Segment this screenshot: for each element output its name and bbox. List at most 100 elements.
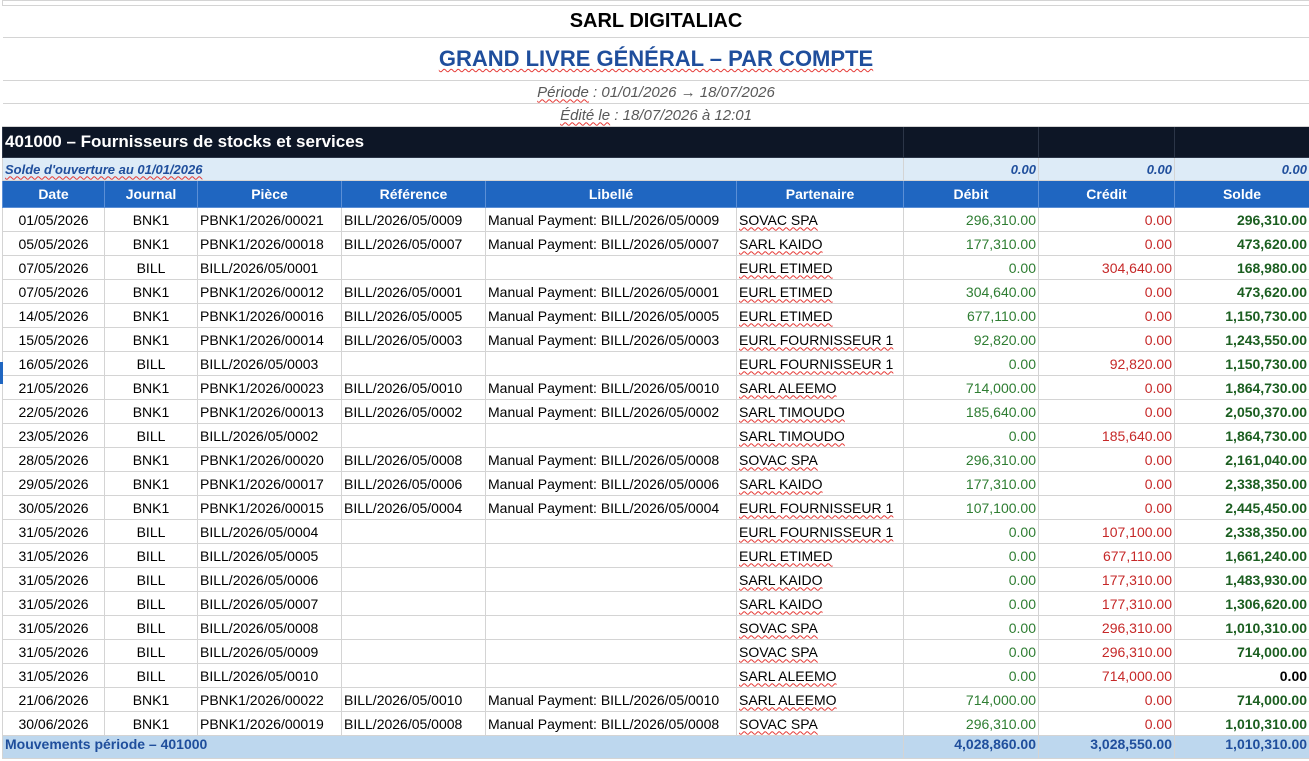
cell-reference[interactable]: BILL/2026/05/0007 [341,231,486,256]
cell-credit[interactable]: 0.00 [1038,303,1175,328]
col-header-libelle[interactable]: Libellé [485,180,737,208]
cell-partner[interactable]: SARL KAIDO [736,231,904,256]
cell-libelle[interactable] [485,519,737,544]
cell-partner[interactable]: SARL ALEEMO [736,375,904,400]
cell-solde[interactable]: 2,161,040.00 [1173,447,1309,472]
opening-balance-label[interactable]: Solde d'ouverture au 01/01/2026 [2,157,904,181]
cell-reference[interactable]: BILL/2026/05/0008 [341,711,486,736]
cell-journal[interactable]: BNK1 [104,327,198,352]
cell-solde[interactable]: 1,010,310.00 [1173,615,1309,640]
cell-libelle[interactable] [485,567,737,592]
cell-debit[interactable]: 0.00 [903,255,1039,280]
cell-reference[interactable]: BILL/2026/05/0003 [341,327,486,352]
cell-reference[interactable]: BILL/2026/05/0001 [341,279,486,304]
cell-credit[interactable]: 92,820.00 [1038,351,1175,376]
cell-reference[interactable]: BILL/2026/05/0002 [341,399,486,424]
cell-reference[interactable] [341,639,486,664]
cell-credit[interactable]: 0.00 [1038,231,1175,256]
cell-partner[interactable]: SARL ALEEMO [736,663,904,688]
cell-partner[interactable]: SOVAC SPA [736,615,904,640]
cell-date[interactable]: 31/05/2026 [2,663,105,688]
cell-date[interactable]: 31/05/2026 [2,567,105,592]
cell-date[interactable]: 30/05/2026 [2,495,105,520]
cell-solde[interactable]: 1,010,310.00 [1173,711,1309,736]
cell-solde[interactable]: 0.00 [1173,663,1309,688]
cell-libelle[interactable] [485,639,737,664]
cell-debit[interactable]: 714,000.00 [903,687,1039,712]
total-debit[interactable]: 4,028,860.00 [903,735,1039,759]
cell-journal[interactable]: BILL [104,543,198,568]
cell-debit[interactable]: 677,110.00 [903,303,1039,328]
cell-piece[interactable]: PBNK1/2026/00023 [197,375,342,400]
cell-partner[interactable]: SOVAC SPA [736,639,904,664]
cell-libelle[interactable]: Manual Payment: BILL/2026/05/0004 [485,495,737,520]
cell-credit[interactable]: 0.00 [1038,495,1175,520]
cell-solde[interactable]: 2,338,350.00 [1173,519,1309,544]
cell-piece[interactable]: BILL/2026/05/0007 [197,591,342,616]
cell-partner[interactable]: EURL ETIMED [736,543,904,568]
cell-date[interactable]: 31/05/2026 [2,615,105,640]
cell-reference[interactable] [341,543,486,568]
cell-libelle[interactable] [485,591,737,616]
cell-date[interactable]: 31/05/2026 [2,591,105,616]
account-bar-cell[interactable] [903,126,1039,158]
total-solde[interactable]: 1,010,310.00 [1173,735,1309,759]
cell-credit[interactable]: 0.00 [1038,471,1175,496]
cell-partner[interactable]: SARL KAIDO [736,591,904,616]
cell-debit[interactable]: 107,100.00 [903,495,1039,520]
cell-journal[interactable]: BNK1 [104,207,198,232]
cell-libelle[interactable]: Manual Payment: BILL/2026/05/0003 [485,327,737,352]
cell-reference[interactable] [341,255,486,280]
cell-piece[interactable]: PBNK1/2026/00012 [197,279,342,304]
cell-credit[interactable]: 0.00 [1038,207,1175,232]
cell-credit[interactable]: 0.00 [1038,279,1175,304]
cell-libelle[interactable]: Manual Payment: BILL/2026/05/0009 [485,207,737,232]
opening-credit[interactable]: 0.00 [1038,157,1175,181]
cell-solde[interactable]: 2,338,350.00 [1173,471,1309,496]
cell-solde[interactable]: 2,050,370.00 [1173,399,1309,424]
cell-reference[interactable]: BILL/2026/05/0010 [341,687,486,712]
opening-debit[interactable]: 0.00 [903,157,1039,181]
cell-piece[interactable]: BILL/2026/05/0009 [197,639,342,664]
cell-date[interactable]: 23/05/2026 [2,423,105,448]
cell-debit[interactable]: 0.00 [903,663,1039,688]
cell-journal[interactable]: BNK1 [104,399,198,424]
cell-journal[interactable]: BILL [104,639,198,664]
cell-piece[interactable]: PBNK1/2026/00021 [197,207,342,232]
cell-date[interactable]: 21/06/2026 [2,687,105,712]
cell-solde[interactable]: 1,306,620.00 [1173,591,1309,616]
cell-piece[interactable]: PBNK1/2026/00017 [197,471,342,496]
cell-credit[interactable]: 677,110.00 [1038,543,1175,568]
cell-partner[interactable]: EURL FOURNISSEUR 1 [736,351,904,376]
cell-date[interactable]: 31/05/2026 [2,519,105,544]
cell-piece[interactable]: BILL/2026/05/0004 [197,519,342,544]
cell-debit[interactable]: 0.00 [903,639,1039,664]
cell-date[interactable]: 15/05/2026 [2,327,105,352]
cell-libelle[interactable] [485,255,737,280]
edited-cell[interactable]: Édité le : 18/07/2026 à 12:01 [2,103,1309,127]
cell-reference[interactable] [341,351,486,376]
cell-partner[interactable]: EURL FOURNISSEUR 1 [736,327,904,352]
col-header-partner[interactable]: Partenaire [736,180,904,208]
cell-solde[interactable]: 473,620.00 [1173,279,1309,304]
cell-credit[interactable]: 0.00 [1038,375,1175,400]
cell-libelle[interactable] [485,615,737,640]
col-header-date[interactable]: Date [2,180,105,208]
cell-journal[interactable]: BILL [104,663,198,688]
cell-reference[interactable] [341,423,486,448]
cell-libelle[interactable]: Manual Payment: BILL/2026/05/0002 [485,399,737,424]
cell-piece[interactable]: PBNK1/2026/00016 [197,303,342,328]
cell-debit[interactable]: 0.00 [903,615,1039,640]
cell-reference[interactable]: BILL/2026/05/0009 [341,207,486,232]
cell-journal[interactable]: BNK1 [104,495,198,520]
cell-credit[interactable]: 177,310.00 [1038,591,1175,616]
cell-libelle[interactable]: Manual Payment: BILL/2026/05/0006 [485,471,737,496]
cell-reference[interactable] [341,567,486,592]
cell-partner[interactable]: EURL FOURNISSEUR 1 [736,495,904,520]
cell-piece[interactable]: BILL/2026/05/0010 [197,663,342,688]
period-cell[interactable]: Période : 01/01/2026 → 18/07/2026 [2,80,1309,104]
cell-partner[interactable]: SARL TIMOUDO [736,423,904,448]
cell-debit[interactable]: 296,310.00 [903,447,1039,472]
cell-solde[interactable]: 1,243,550.00 [1173,327,1309,352]
account-title[interactable]: 401000 – Fournisseurs de stocks et servi… [2,126,904,158]
